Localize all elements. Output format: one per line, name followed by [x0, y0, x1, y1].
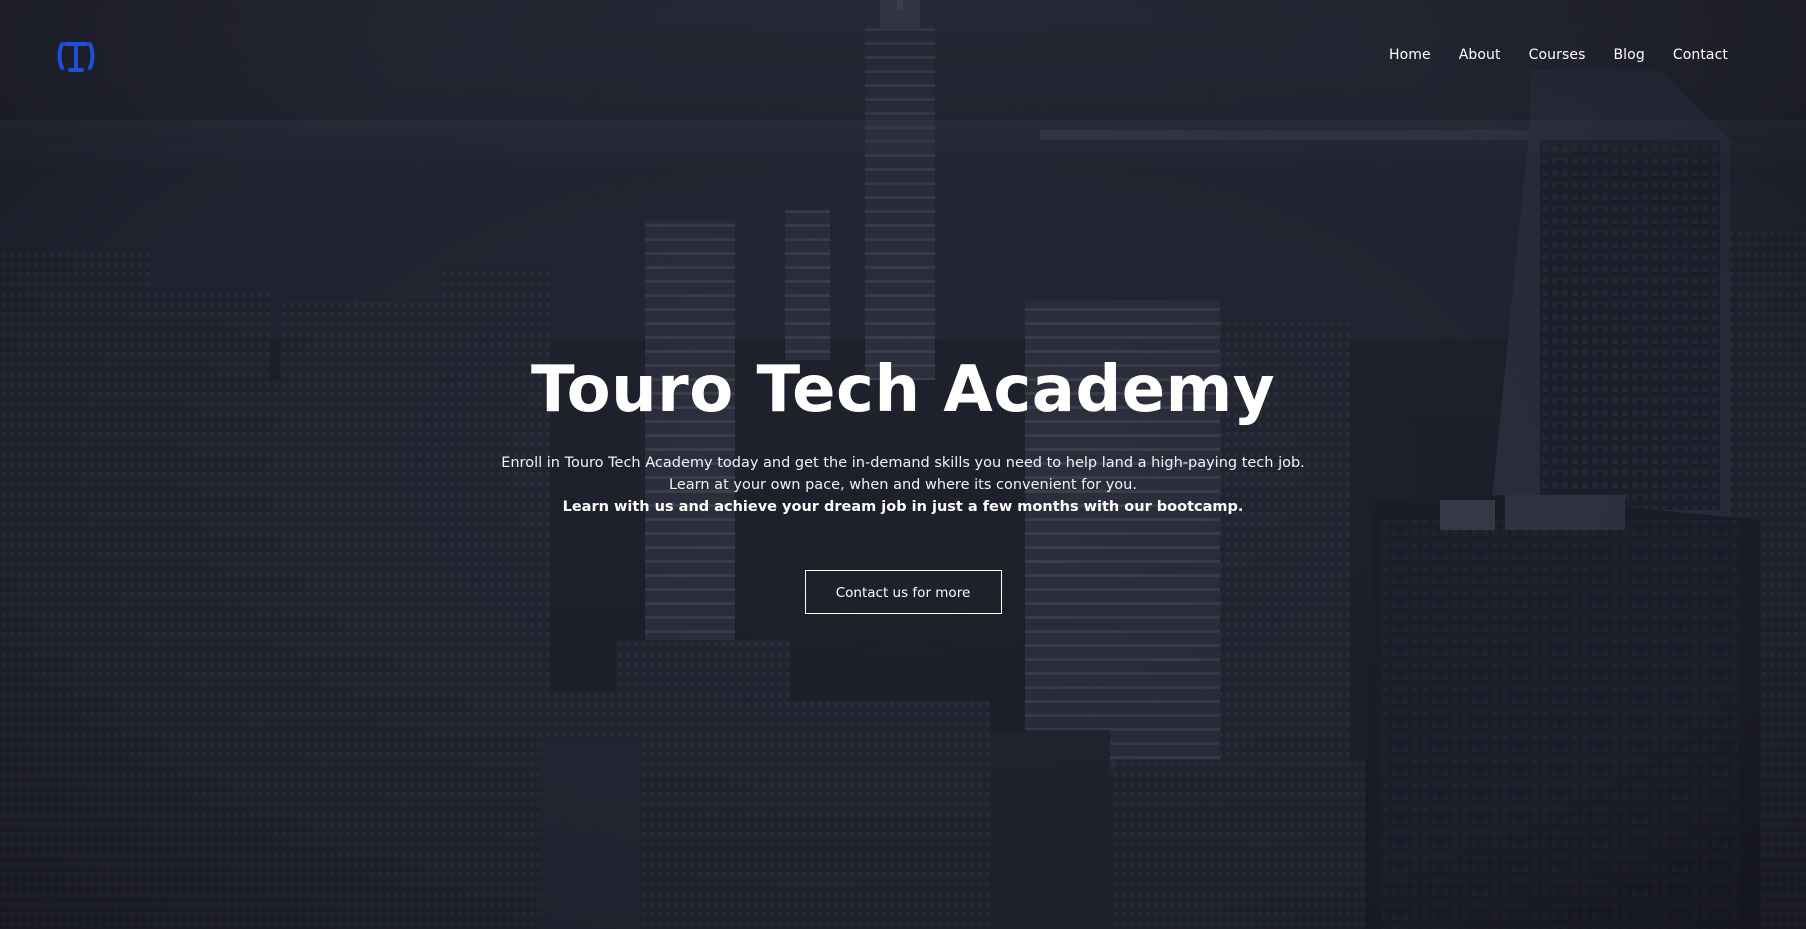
hero-line-1: Enroll in Touro Tech Academy today and g…: [501, 455, 1305, 471]
hero-line-2: Learn at your own pace, when and where i…: [669, 477, 1137, 493]
main-nav: Home About Courses Blog Contact: [1389, 47, 1728, 63]
hero-section: Home About Courses Blog Contact Touro Te…: [0, 0, 1806, 929]
hero-title: Touro Tech Academy: [530, 353, 1276, 427]
nav-link-home[interactable]: Home: [1389, 47, 1431, 63]
hero-content: Touro Tech Academy Enroll in Touro Tech …: [0, 350, 1806, 614]
nav-link-contact[interactable]: Contact: [1673, 47, 1728, 63]
tta-logo-icon[interactable]: [54, 34, 98, 78]
nav-link-courses[interactable]: Courses: [1529, 47, 1586, 63]
contact-us-button[interactable]: Contact us for more: [804, 570, 1002, 614]
hero-line-3: Learn with us and achieve your dream job…: [562, 499, 1244, 515]
hero-description: Enroll in Touro Tech Academy today and g…: [0, 452, 1806, 518]
nav-link-blog[interactable]: Blog: [1613, 47, 1644, 63]
nav-link-about[interactable]: About: [1459, 47, 1501, 63]
